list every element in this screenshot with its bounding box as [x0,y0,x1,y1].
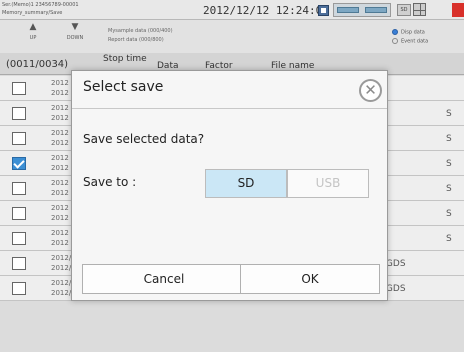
status-bar: Ser.(Memo)1 23456789-00001 Memory_summar… [0,0,464,20]
ok-button[interactable]: OK [240,264,380,294]
row-t2: 2012 [51,239,69,247]
row-t1: 2012 [51,129,69,137]
row-t1: 2012 [51,179,69,187]
event-data-label: Event data [401,38,429,45]
dialog-divider [72,108,387,109]
row-edge: S [446,134,452,144]
row-edge: S [446,184,452,194]
report-count: Report data (000/800) [108,37,164,43]
up-button[interactable]: ▲ UP [14,22,52,52]
mysample-count: Mysample data (000/400) [108,28,173,34]
row-edge: S [446,209,452,219]
row-t2: 2012 [51,114,69,122]
up-label: UP [29,35,37,41]
device-info: Ser.(Memo)1 23456789-00001 Memory_summar… [2,1,79,17]
down-button[interactable]: ▼ DOWN [56,22,94,52]
row-checkbox[interactable] [12,182,26,195]
memory-gauge-segment [365,7,387,13]
radio-selected-icon [392,29,398,35]
datetime: 2012/12/12 12:24:05 [203,4,329,17]
row-checkbox[interactable] [12,207,26,220]
row-checkbox[interactable] [12,107,26,120]
row-checkbox[interactable] [12,132,26,145]
event-data-option[interactable]: Event data [392,38,428,45]
row-edge: S [446,234,452,244]
disp-data-label: Disp data [401,29,425,36]
disp-data-option[interactable]: Disp data [392,29,425,36]
device-path: Memory_summary/Save [2,10,63,16]
data-counts: Mysample data (000/400) Report data (000… [108,27,173,45]
select-save-dialog: Select save ✕ Save selected data? Save t… [71,70,388,301]
radio-icon [392,38,398,44]
memory-gauge-segment [337,7,359,13]
row-t2: 2012 [51,214,69,222]
row-checkbox[interactable] [12,82,26,95]
row-t1: 2012 [51,79,69,87]
row-t2: 2012 [51,164,69,172]
down-label: DOWN [66,35,84,41]
dialog-question: Save selected data? [83,132,205,146]
row-edge: S [446,109,452,119]
sd-destination-button[interactable]: SD [205,169,287,198]
device-serial: Ser.(Memo)1 23456789-00001 [2,2,79,8]
row-t2: 2012 [51,89,69,97]
memory-icon [318,5,329,16]
row-t1: 2012 [51,154,69,162]
row-t2: 2012 [51,189,69,197]
cancel-button[interactable]: Cancel [82,264,246,294]
toolbar: ▲ UP ▼ DOWN Mysample data (000/400) Repo… [0,20,464,53]
alarm-indicator-icon [452,3,464,17]
page-counter: (0011/0034) [6,59,69,70]
memory-gauge [333,3,391,17]
row-t1: 2012 [51,229,69,237]
row-t1: 2012 [51,104,69,112]
row-checkbox[interactable] [12,282,26,295]
sd-card-icon: SD [397,4,411,16]
usb-destination-button[interactable]: USB [287,169,369,198]
column-stop-time[interactable]: Stop time [103,54,147,64]
dialog-title: Select save [83,79,164,95]
row-edge: S [446,159,452,169]
row-checkbox[interactable] [12,257,26,270]
display-grid-icon [413,3,426,16]
down-arrow-icon: ▼ [71,22,79,32]
close-icon[interactable]: ✕ [359,79,382,102]
row-t1: 2012 [51,204,69,212]
row-checkbox[interactable] [12,232,26,245]
row-t2: 2012 [51,139,69,147]
save-to-label: Save to : [83,175,137,189]
up-arrow-icon: ▲ [29,22,37,32]
row-checkbox-checked[interactable] [12,157,26,170]
